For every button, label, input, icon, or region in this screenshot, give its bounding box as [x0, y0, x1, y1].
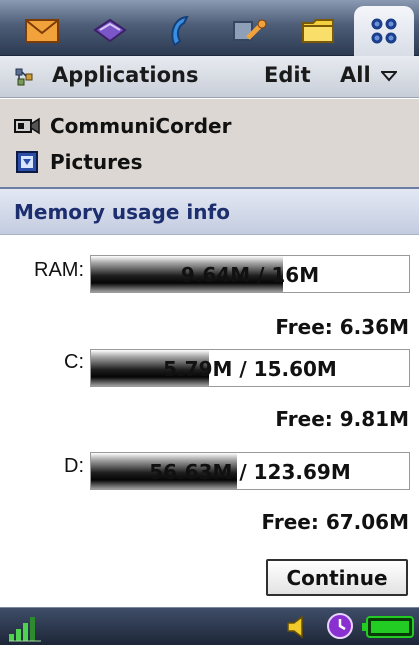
hierarchy-icon[interactable]	[14, 67, 34, 92]
memory-bar-ram: 9.64M / 16M	[90, 255, 410, 293]
speaker-icon[interactable]	[286, 615, 308, 639]
messaging-icon	[25, 19, 59, 43]
chevron-down-icon	[379, 71, 399, 82]
memory-bar-text: 5.79M / 15.60M	[163, 357, 337, 381]
dialog-title: Memory usage info	[0, 189, 419, 235]
menu-bar: Applications Edit All	[0, 56, 419, 98]
contacts-tab[interactable]	[82, 8, 138, 54]
phone-screen: Applications Edit All CommuniCorder Pict…	[0, 0, 419, 645]
list-item[interactable]: Pictures	[14, 145, 143, 179]
phone-tab[interactable]	[152, 8, 208, 54]
contacts-book-icon	[93, 18, 127, 43]
memory-free-d: Free: 67.06M	[261, 510, 410, 534]
memory-free-c: Free: 9.81M	[275, 407, 409, 431]
continue-button[interactable]: Continue	[266, 559, 408, 596]
battery-icon	[362, 616, 414, 638]
menu-filter-all[interactable]: All	[340, 63, 399, 87]
menu-edit[interactable]: Edit	[264, 63, 311, 87]
memory-free-ram: Free: 6.36M	[275, 315, 409, 339]
applications-tab[interactable]	[354, 6, 414, 56]
applications-grid-icon	[371, 18, 397, 44]
list-item-label: CommuniCorder	[50, 114, 232, 138]
folder-icon	[302, 19, 334, 43]
memory-usage-dialog: Memory usage info RAM: 9.64M / 16M Free:…	[0, 187, 419, 607]
app-tab-bar	[0, 0, 419, 56]
application-list: CommuniCorder Pictures	[0, 99, 419, 187]
memory-bar-text: 56.63M / 123.69M	[149, 460, 351, 484]
memory-label-c: C:	[64, 351, 84, 373]
signal-strength-icon	[9, 617, 41, 642]
phone-icon	[171, 15, 189, 47]
messaging-tab[interactable]	[14, 8, 70, 54]
menu-applications[interactable]: Applications	[52, 63, 198, 87]
clock-icon[interactable]	[326, 612, 354, 640]
memory-bar-text: 9.64M / 16M	[180, 263, 320, 287]
memory-label-d: D:	[64, 455, 84, 477]
list-item-label: Pictures	[50, 150, 143, 174]
list-item[interactable]: CommuniCorder	[14, 109, 231, 143]
memory-bar-c: 5.79M / 15.60M	[90, 349, 410, 387]
files-tab[interactable]	[290, 8, 346, 54]
memory-label-ram: RAM:	[34, 259, 84, 281]
tools-tab[interactable]	[222, 8, 278, 54]
video-camera-icon	[14, 115, 40, 137]
memory-bar-d: 56.63M / 123.69M	[90, 452, 410, 490]
status-bar	[0, 607, 419, 645]
pictures-icon	[14, 151, 40, 173]
tools-icon	[233, 19, 267, 41]
filter-label: All	[340, 63, 371, 87]
